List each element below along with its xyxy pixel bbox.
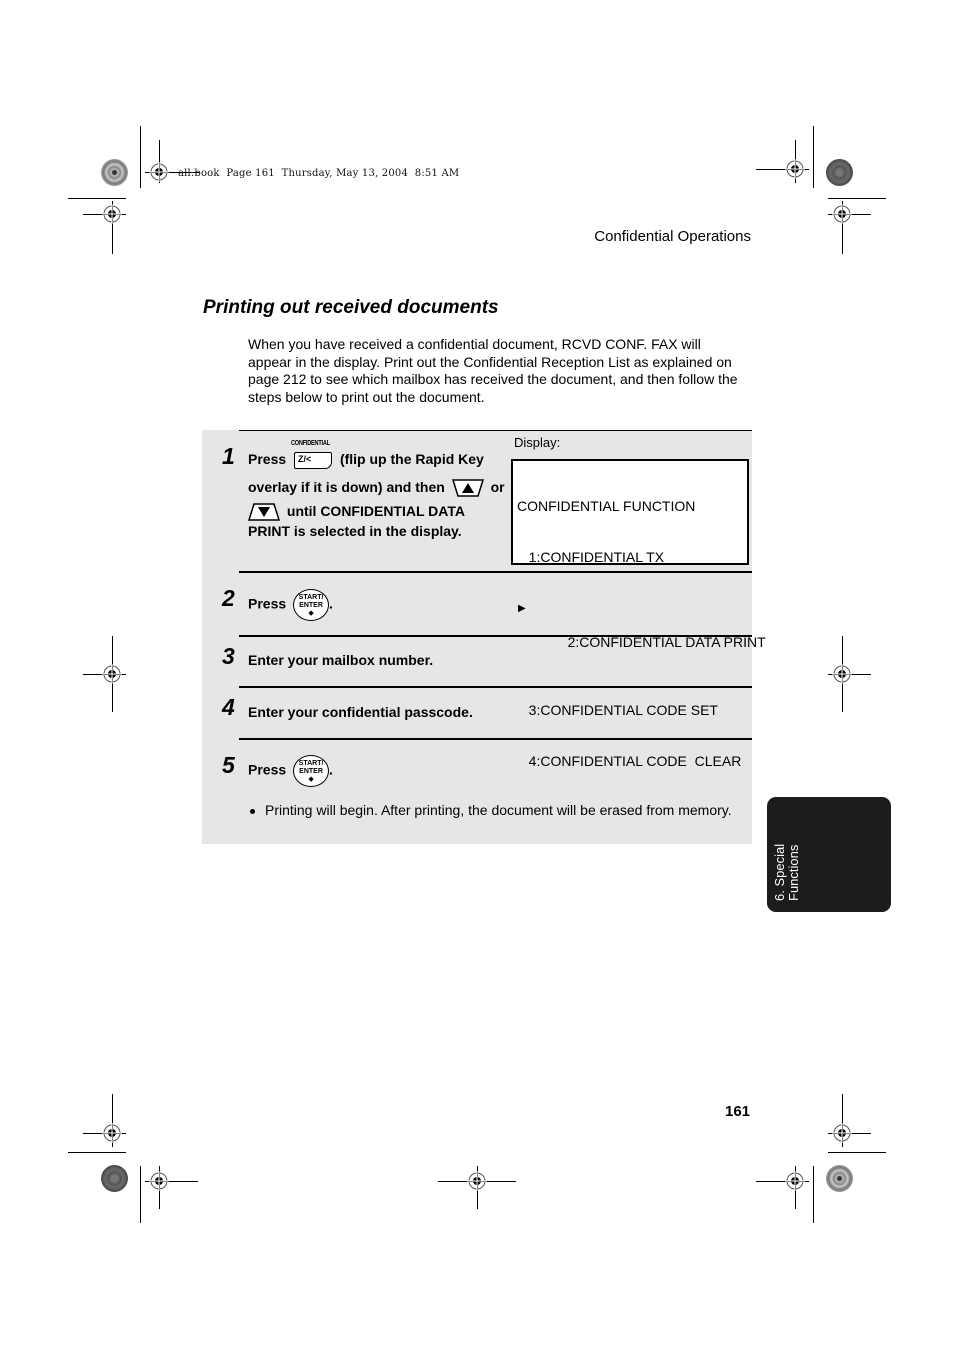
step-3-text: Enter your mailbox number. xyxy=(248,652,434,668)
start-symbol-icon: ◆ xyxy=(308,776,314,783)
period: . xyxy=(329,595,333,612)
bullet-icon xyxy=(250,808,255,814)
page-number: 161 xyxy=(725,1103,751,1120)
start-enter-key-icon: START/ ENTER ◆ xyxy=(293,589,330,621)
registration-mark-icon xyxy=(102,204,122,224)
color-ball-icon xyxy=(826,1165,853,1192)
registration-mark-icon xyxy=(832,664,852,684)
step-1-text: until CONFIDENTIAL DATA xyxy=(286,503,465,519)
down-arrow-key-icon xyxy=(248,503,280,522)
registration-mark-icon xyxy=(149,162,169,182)
start-symbol-icon: ◆ xyxy=(308,610,314,617)
step-1-line-2: overlay if it is down) and then or xyxy=(248,479,505,498)
registration-mark-icon xyxy=(467,1171,487,1191)
chapter-tab-label: 6. Special Functions xyxy=(772,821,833,901)
registration-mark-icon xyxy=(832,204,852,224)
key-label: START/ xyxy=(298,594,324,601)
crop-line xyxy=(68,1152,126,1153)
step-number: 2 xyxy=(222,585,235,611)
book-file-header: all.book Page 161 Thursday, May 13, 2004… xyxy=(178,168,460,179)
up-arrow-key-icon xyxy=(451,479,484,498)
registration-mark-icon xyxy=(785,1171,805,1191)
step-5-text: Press START/ ENTER ◆ . xyxy=(248,755,333,787)
key-label: START/ xyxy=(298,760,324,767)
step-1-line-1: Press CONFIDENTIAL Z/< (flip up the Rapi… xyxy=(248,440,484,469)
note-text: Printing will begin. After printing, the… xyxy=(265,802,732,818)
step-1-line-4: PRINT is selected in the display. xyxy=(248,523,462,539)
step-4: 4 Enter your confidential passcode. xyxy=(222,686,752,738)
key-label: ENTER xyxy=(299,602,323,609)
step-1-text: overlay if it is down) and then xyxy=(248,479,445,495)
color-ball-icon xyxy=(101,159,128,186)
crop-line xyxy=(813,1166,814,1223)
step-5: 5 Press START/ ENTER ◆ . Printing will b… xyxy=(222,738,752,844)
step-1-line-3: until CONFIDENTIAL DATA xyxy=(248,503,465,522)
period: . xyxy=(329,761,333,778)
start-enter-key-icon: START/ ENTER ◆ xyxy=(293,755,330,787)
crop-line xyxy=(813,126,814,188)
step-3: 3 Enter your mailbox number. xyxy=(222,635,752,687)
crop-line xyxy=(68,198,126,199)
intro-paragraph: When you have received a confidential do… xyxy=(248,336,738,405)
registration-mark-icon xyxy=(102,1123,122,1143)
press-label: Press xyxy=(248,595,287,612)
crop-line xyxy=(140,126,141,188)
step-5-note: Printing will begin. After printing, the… xyxy=(248,802,732,818)
display-label: Display: xyxy=(514,435,561,450)
color-ball-icon xyxy=(101,1165,128,1192)
step-2: 2 Press START/ ENTER ◆ . xyxy=(222,571,752,635)
confidential-key-icon: CONFIDENTIAL Z/< xyxy=(291,440,333,469)
step-1-text: (flip up the Rapid Key xyxy=(339,451,484,467)
registration-mark-icon xyxy=(785,159,805,179)
color-ball-icon xyxy=(826,159,853,186)
registration-mark-icon xyxy=(832,1123,852,1143)
step-number: 5 xyxy=(222,752,235,778)
step-number: 1 xyxy=(222,443,235,469)
lcd-display: CONFIDENTIAL FUNCTION 1:CONFIDENTIAL TX … xyxy=(511,459,766,769)
section-title: Printing out received documents xyxy=(203,297,499,318)
crop-line xyxy=(828,198,886,199)
registration-mark-icon xyxy=(102,664,122,684)
chapter-tab-line: 6. Special xyxy=(772,843,787,901)
registration-mark-icon xyxy=(149,1171,169,1191)
press-label: Press xyxy=(248,761,287,778)
key-top-label: CONFIDENTIAL xyxy=(291,439,330,447)
crop-line xyxy=(140,1166,141,1223)
display-line: 1:CONFIDENTIAL TX xyxy=(517,549,665,565)
step-number: 3 xyxy=(222,643,235,669)
running-head: Confidential Operations xyxy=(594,228,751,245)
step-2-text: Press START/ ENTER ◆ . xyxy=(248,589,333,621)
steps-panel: 1 Press CONFIDENTIAL Z/< (flip up the Ra… xyxy=(202,430,766,844)
step-4-text: Enter your confidential passcode. xyxy=(248,704,473,720)
press-label: Press xyxy=(248,451,287,467)
step-number: 4 xyxy=(222,694,235,720)
chapter-tab: 6. Special Functions xyxy=(767,797,891,912)
step-1: 1 Press CONFIDENTIAL Z/< (flip up the Ra… xyxy=(222,430,766,769)
display-line: CONFIDENTIAL FUNCTION xyxy=(517,498,696,514)
or-label: or xyxy=(490,479,505,495)
crop-line xyxy=(828,1152,886,1153)
key-label: ENTER xyxy=(299,768,323,775)
key-face-label: Z/< xyxy=(298,453,312,464)
chapter-tab-line: Functions xyxy=(786,844,801,901)
